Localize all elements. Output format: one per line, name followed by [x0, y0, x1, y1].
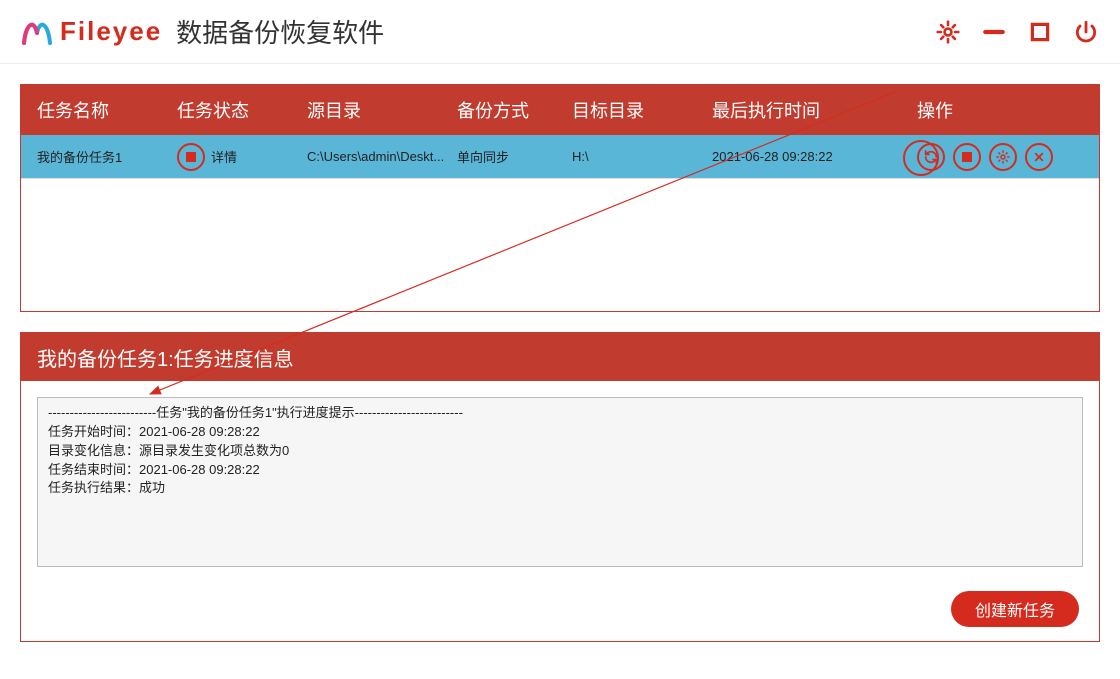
- settings-icon[interactable]: [934, 18, 962, 46]
- table-row[interactable]: 我的备份任务1 详情 C:\Users\admin\Deskt... 单向同步 …: [21, 135, 1099, 179]
- logo-icon: [20, 17, 54, 47]
- progress-panel: 我的备份任务1:任务进度信息 -------------------------…: [20, 332, 1100, 642]
- stop-icon[interactable]: [953, 143, 981, 171]
- titlebar: Fileyee 数据备份恢复软件: [0, 0, 1120, 64]
- minimize-icon[interactable]: [980, 18, 1008, 46]
- col-header-ops: 操作: [917, 97, 1083, 123]
- create-task-button[interactable]: 创建新任务: [951, 591, 1079, 627]
- logo: Fileyee: [20, 16, 162, 47]
- power-icon[interactable]: [1072, 18, 1100, 46]
- cell-mode: 单向同步: [457, 147, 572, 166]
- progress-title: 我的备份任务1:任务进度信息: [21, 333, 1099, 381]
- cell-dest: H:\: [572, 149, 712, 164]
- close-icon[interactable]: [1025, 143, 1053, 171]
- gear-icon[interactable]: [989, 143, 1017, 171]
- maximize-icon[interactable]: [1026, 18, 1054, 46]
- stop-task-icon[interactable]: [177, 143, 205, 171]
- brand-name: Fileyee: [60, 16, 162, 47]
- status-detail-link[interactable]: 详情: [211, 147, 237, 166]
- col-header-dest: 目标目录: [572, 97, 712, 123]
- col-header-src: 源目录: [307, 97, 457, 123]
- cell-ops: [917, 143, 1083, 171]
- table-blank-area: [21, 179, 1099, 311]
- col-header-name: 任务名称: [37, 97, 177, 123]
- app-title: 数据备份恢复软件: [176, 13, 384, 50]
- cell-src: C:\Users\admin\Deskt...: [307, 149, 457, 164]
- progress-log: -------------------------任务"我的备份任务1"执行进度…: [37, 397, 1083, 567]
- table-header: 任务名称 任务状态 源目录 备份方式 目标目录 最后执行时间 操作: [21, 85, 1099, 135]
- cell-status: 详情: [177, 143, 307, 171]
- col-header-mode: 备份方式: [457, 97, 572, 123]
- window-controls: [934, 18, 1100, 46]
- col-header-status: 任务状态: [177, 97, 307, 123]
- cell-time: 2021-06-28 09:28:22: [712, 149, 917, 164]
- cell-name: 我的备份任务1: [37, 147, 177, 166]
- task-table-panel: 任务名称 任务状态 源目录 备份方式 目标目录 最后执行时间 操作 我的备份任务…: [20, 84, 1100, 312]
- sync-icon[interactable]: [917, 143, 945, 171]
- col-header-time: 最后执行时间: [712, 97, 917, 123]
